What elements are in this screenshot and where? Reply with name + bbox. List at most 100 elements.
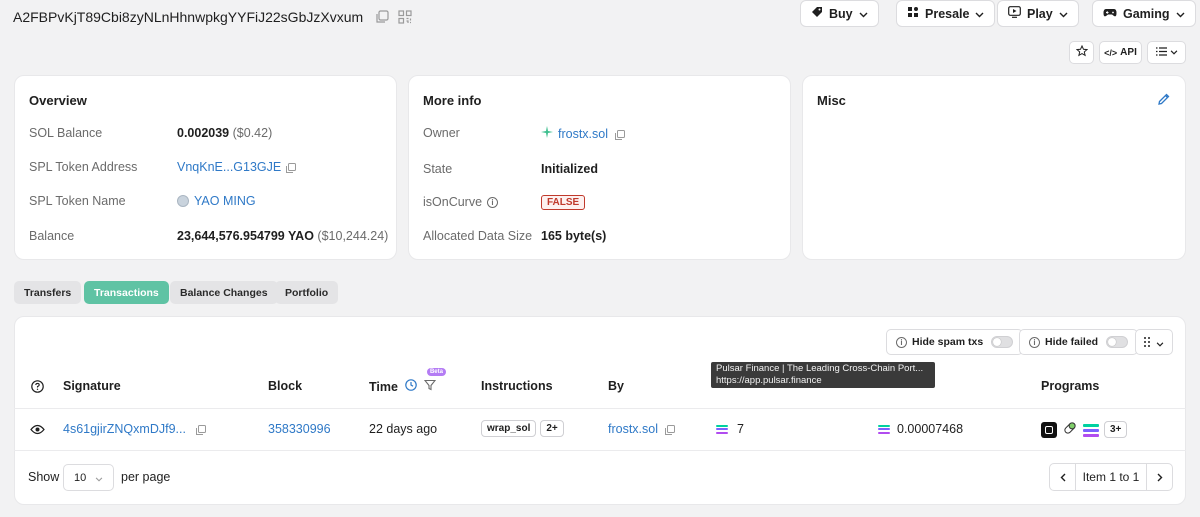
misc-card: Misc	[802, 75, 1186, 260]
curve-label-wrap: isOnCurve i	[423, 195, 499, 209]
table-row-signature: 4s61gjirZNQxmDJf9...	[63, 422, 206, 436]
presale-icon	[907, 6, 919, 21]
play-menu-button[interactable]: Play	[997, 0, 1079, 27]
col-block: Block	[268, 379, 303, 393]
copy-address-icon[interactable]	[375, 10, 389, 24]
instruction-chip[interactable]: wrap_sol	[481, 420, 537, 437]
col-instructions: Instructions	[481, 379, 553, 393]
owner-link[interactable]: frostx.sol	[558, 127, 608, 141]
hide-failed-switch[interactable]	[1106, 336, 1129, 348]
gamepad-icon	[1103, 7, 1117, 21]
edit-pencil-icon[interactable]	[1157, 92, 1171, 109]
owner-label: Owner	[423, 126, 460, 140]
col-by: By	[608, 379, 624, 393]
program-logo-icon[interactable]	[1041, 421, 1057, 438]
solana-program-icon[interactable]	[1083, 423, 1099, 437]
hide-failed-toggle[interactable]: i Hide failed	[1019, 329, 1139, 355]
token-address-link[interactable]: VnqKnE...G13GJE	[177, 160, 281, 174]
balance-amount: 23,644,576.954799 YAO	[177, 229, 314, 243]
show-label: Show	[28, 470, 60, 484]
view-options-button[interactable]	[1147, 41, 1186, 64]
copy-icon[interactable]	[195, 425, 206, 435]
table-row-divider	[14, 450, 1186, 451]
col-time-label: Time	[369, 379, 398, 394]
buy-label: Buy	[829, 6, 853, 21]
presale-label: Presale	[925, 6, 970, 21]
api-button[interactable]: </> API	[1099, 41, 1142, 64]
sol-balance-label: SOL Balance	[29, 126, 103, 140]
data-size-value: 165 byte(s)	[541, 229, 607, 243]
page-size-select[interactable]: 10	[63, 464, 114, 491]
pill-program-icon[interactable]	[1062, 420, 1078, 439]
tab-portfolio[interactable]: Portfolio	[275, 281, 339, 304]
signature-link[interactable]: 4s61gjirZNQxmDJf9...	[63, 422, 186, 436]
favorite-button[interactable]	[1069, 41, 1094, 64]
sparkle-icon	[541, 126, 553, 141]
link-tooltip: Pulsar Finance | The Leading Cross-Chain…	[711, 362, 935, 388]
play-label: Play	[1027, 6, 1053, 21]
eye-icon[interactable]	[30, 423, 45, 438]
beta-badge: Beta	[426, 368, 446, 376]
token-address-value: VnqKnE...G13GJE	[177, 160, 297, 174]
copy-icon[interactable]	[665, 425, 676, 435]
info-icon: i	[1029, 336, 1040, 348]
time-value: 22 days ago	[369, 422, 438, 436]
balance-label: Balance	[29, 229, 75, 243]
pagination-control: Item 1 to 1	[1049, 463, 1173, 491]
star-icon	[1075, 44, 1088, 60]
value-cell: 7	[716, 422, 744, 436]
balance-usd: ($10,244.24)	[317, 229, 389, 243]
fee-cell: 0.00007468	[878, 422, 963, 436]
more-info-card: More info Owner frostx.sol State Initial…	[408, 75, 791, 260]
sol-balance-value: 0.002039 ($0.42)	[177, 126, 272, 140]
token-name-label: SPL Token Name	[29, 194, 126, 208]
programs-more-chip[interactable]: 3+	[1104, 421, 1128, 438]
curve-label: isOnCurve	[423, 195, 483, 209]
tab-balance-changes[interactable]: Balance Changes	[170, 281, 278, 304]
info-icon[interactable]: i	[487, 196, 499, 208]
grid-dots-icon	[1144, 335, 1150, 350]
code-icon: </>	[1104, 47, 1118, 58]
table-header-divider	[14, 408, 1186, 409]
sol-balance-amount: 0.002039	[177, 126, 230, 140]
instructions-cell: wrap_sol 2+	[481, 420, 564, 437]
block-link[interactable]: 358330996	[268, 422, 331, 436]
gaming-menu-button[interactable]: Gaming	[1092, 0, 1196, 27]
instruction-more-chip[interactable]: 2+	[540, 420, 564, 437]
qr-code-icon[interactable]	[398, 10, 412, 24]
help-circle-icon[interactable]	[31, 380, 44, 396]
by-cell: frostx.sol	[608, 422, 676, 436]
per-page-label: per page	[121, 470, 171, 484]
chevron-down-icon	[975, 7, 984, 21]
presale-menu-button[interactable]: Presale	[896, 0, 996, 27]
tab-transactions[interactable]: Transactions	[84, 281, 169, 304]
list-icon	[1155, 46, 1167, 59]
owner-value: frostx.sol	[541, 126, 626, 141]
info-icon: i	[896, 336, 907, 348]
more-info-title: More info	[423, 93, 482, 108]
columns-menu-button[interactable]	[1135, 329, 1173, 355]
copy-icon[interactable]	[615, 129, 626, 140]
copy-icon[interactable]	[286, 163, 297, 173]
by-link[interactable]: frostx.sol	[608, 422, 658, 436]
prev-page-button[interactable]	[1050, 464, 1076, 490]
programs-cell: 3+	[1041, 420, 1128, 439]
data-size-label: Allocated Data Size	[423, 229, 533, 243]
state-label: State	[423, 162, 453, 176]
tooltip-title: Pulsar Finance | The Leading Cross-Chain…	[716, 363, 924, 374]
next-page-button[interactable]	[1146, 464, 1172, 490]
token-name-link[interactable]: YAO MING	[194, 194, 256, 208]
hide-spam-toggle[interactable]: i Hide spam txs	[886, 329, 1024, 355]
buy-menu-button[interactable]: Buy	[800, 0, 879, 27]
chevron-down-icon	[1059, 7, 1068, 21]
chevron-right-icon	[1157, 470, 1163, 485]
tag-icon	[811, 6, 823, 21]
clock-icon[interactable]	[405, 379, 417, 394]
misc-title: Misc	[817, 93, 846, 108]
hide-spam-label: Hide spam txs	[912, 336, 984, 348]
hide-spam-switch[interactable]	[991, 336, 1014, 348]
chevron-down-icon	[95, 470, 103, 485]
balance-value: 23,644,576.954799 YAO ($10,244.24)	[177, 229, 388, 243]
tab-transfers[interactable]: Transfers	[14, 281, 82, 304]
filter-icon[interactable]: Beta	[423, 368, 446, 394]
